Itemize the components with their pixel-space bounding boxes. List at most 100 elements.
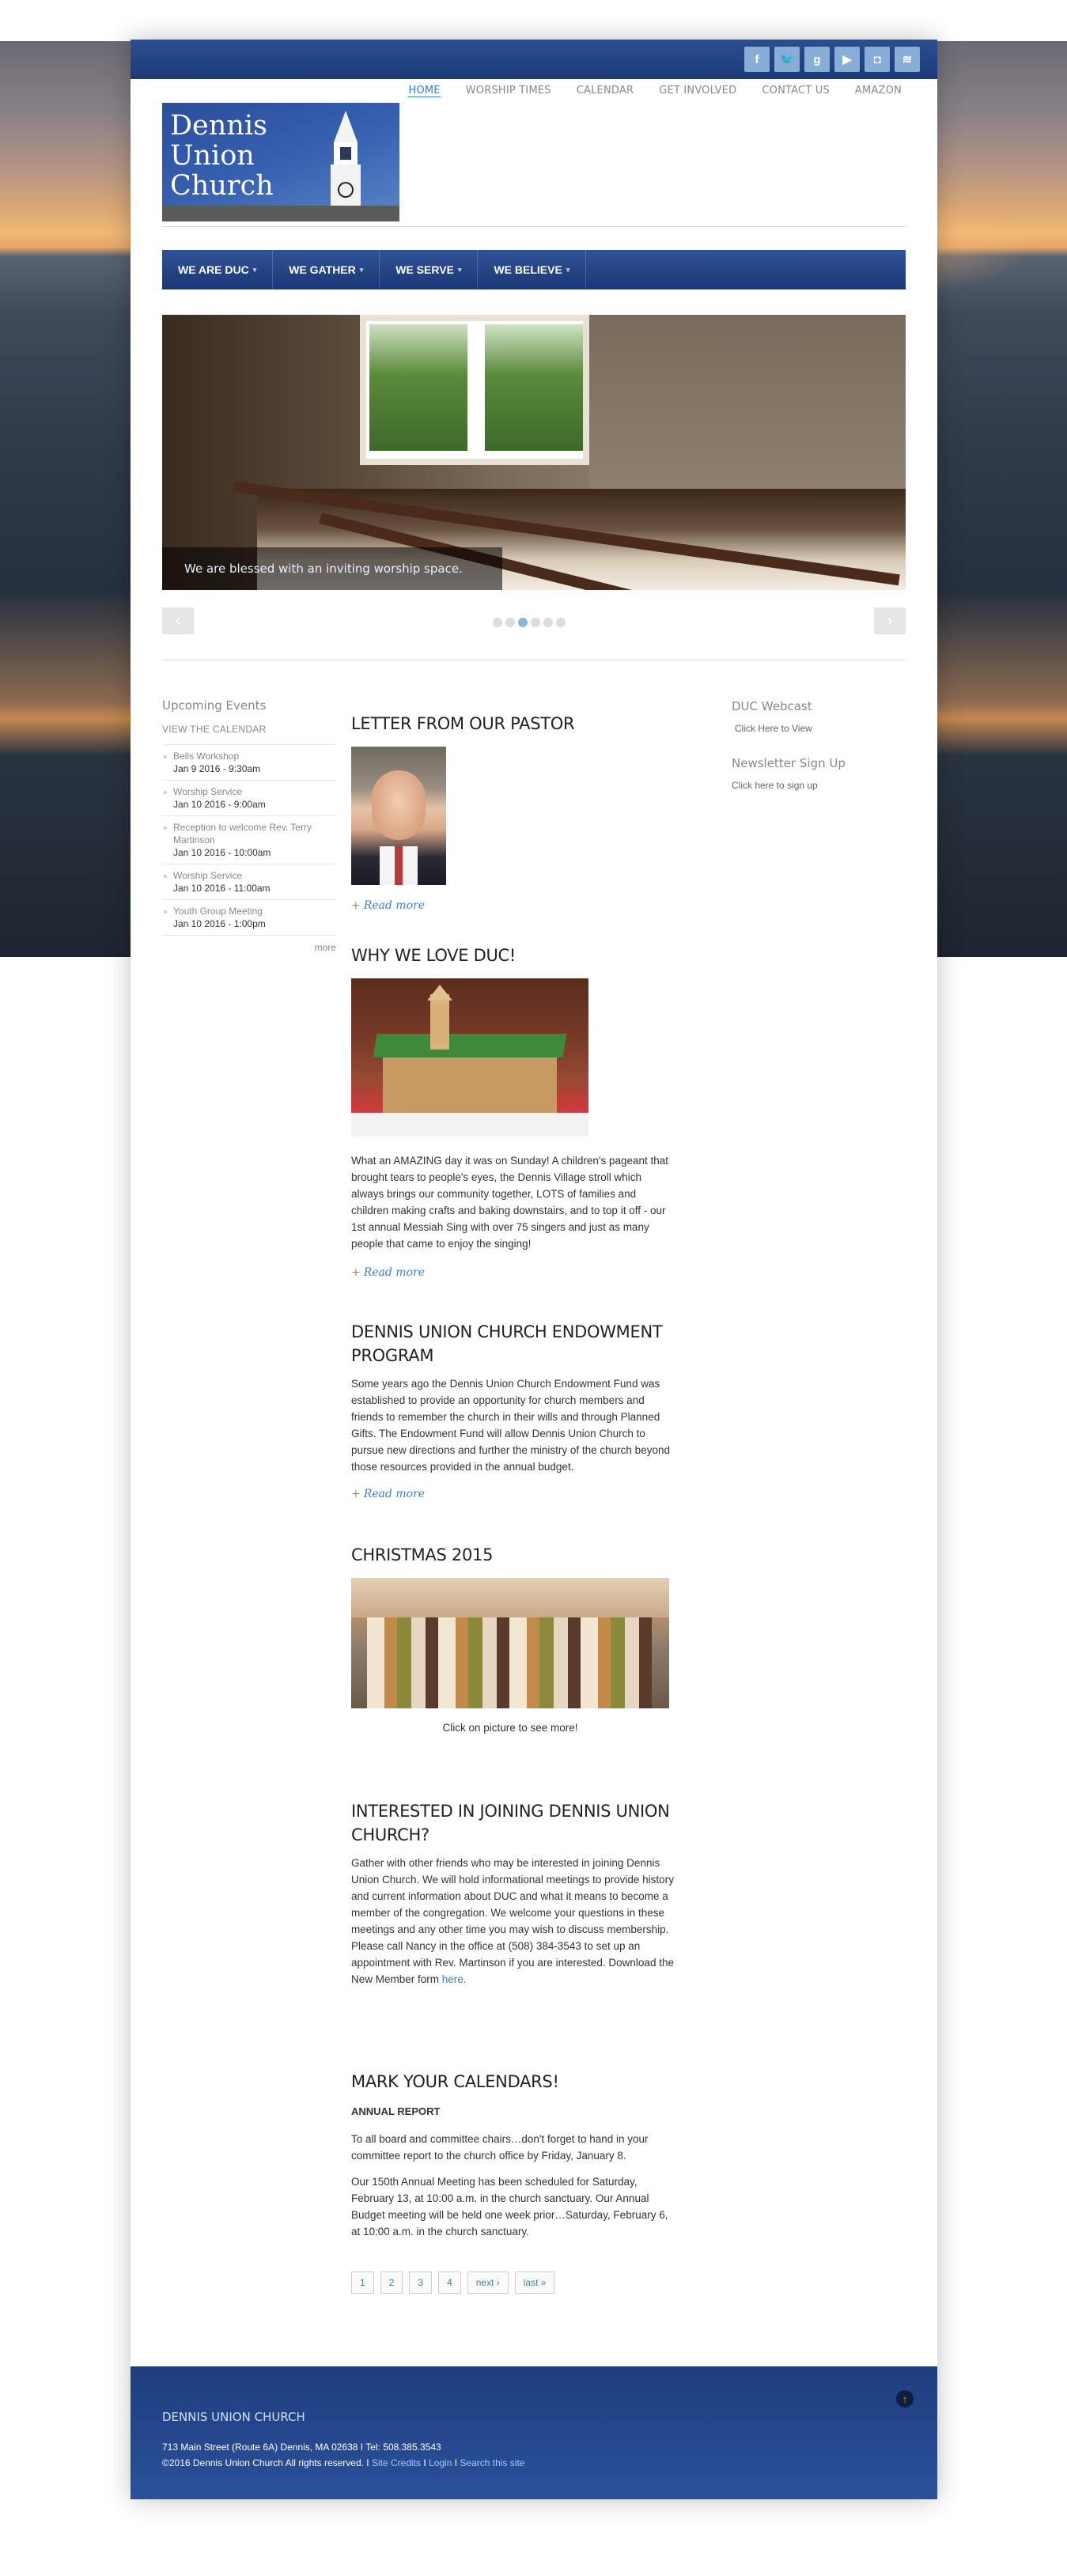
chevron-down-icon: ▾: [457, 265, 462, 274]
slider-window-image: [360, 315, 589, 465]
rss-icon[interactable]: ≋: [895, 47, 920, 72]
nav-we-serve[interactable]: WE SERVE ▾: [380, 250, 479, 289]
slider-pagination: [493, 618, 566, 627]
event-item[interactable]: Worship Service Jan 10 2016 - 9:00am: [162, 780, 336, 815]
post-body: Gather with other friends who may be int…: [351, 1857, 674, 1985]
twitter-icon[interactable]: 🐦: [774, 47, 800, 72]
nav-we-believe[interactable]: WE BELIEVE ▾: [478, 250, 587, 289]
slider-prev-button[interactable]: ‹: [162, 607, 194, 634]
post-pastor: LETTER FROM OUR PASTOR + Read more: [351, 712, 675, 912]
instagram-icon[interactable]: ◘: [865, 47, 890, 72]
chevron-down-icon: ▾: [359, 265, 364, 274]
event-item[interactable]: Worship Service Jan 10 2016 - 11:00am: [162, 864, 336, 899]
last-page-button[interactable]: last »: [514, 2271, 555, 2294]
chevron-down-icon: ▾: [566, 265, 570, 274]
slider-dot[interactable]: [531, 618, 540, 627]
top-bar: f 🐦 g ▶ ◘ ≋: [131, 40, 937, 79]
post-title[interactable]: MARK YOUR CALENDARS!: [351, 2070, 675, 2094]
page-4-button[interactable]: 4: [438, 2271, 461, 2294]
more-events-link[interactable]: more: [162, 942, 336, 953]
post-subtitle: ANNUAL REPORT: [351, 2105, 441, 2117]
page-3-button[interactable]: 3: [409, 2271, 433, 2294]
page-container: f 🐦 g ▶ ◘ ≋ HOME WORSHIP TIMES CALENDAR …: [131, 40, 937, 2499]
post-body: To all board and committee chairs…don't …: [351, 2133, 649, 2162]
footer-title: DENNIS UNION CHURCH: [162, 2410, 305, 2424]
footer-info: 713 Main Street (Route 6A) Dennis, MA 02…: [162, 2439, 524, 2471]
pagination: 1 2 3 4 next › last »: [351, 2271, 675, 2294]
photo-caption[interactable]: Click on picture to see more!: [351, 1719, 669, 1736]
right-sidebar: DUC Webcast Click Here to View Newslette…: [732, 699, 906, 791]
topnav-contact-us[interactable]: CONTACT US: [762, 85, 830, 97]
top-navigation: HOME WORSHIP TIMES CALENDAR GET INVOLVED…: [408, 85, 902, 97]
search-site-link[interactable]: Search this site: [460, 2457, 524, 2468]
chevron-down-icon: ▾: [252, 265, 257, 274]
slider-dot[interactable]: [505, 618, 515, 627]
post-body: What an AMAZING day it was on Sunday! A …: [351, 1155, 669, 1250]
nav-we-gather[interactable]: WE GATHER ▾: [273, 250, 380, 289]
footer-copyright: ©2016 Dennis Union Church All rights res…: [162, 2457, 525, 2468]
page-1-button[interactable]: 1: [351, 2271, 374, 2294]
image-slider[interactable]: We are blessed with an inviting worship …: [162, 315, 906, 590]
topnav-calendar[interactable]: CALENDAR: [577, 85, 634, 97]
next-page-button[interactable]: next ›: [467, 2271, 509, 2294]
footer-address: 713 Main Street (Route 6A) Dennis, MA 02…: [162, 2442, 441, 2453]
topnav-get-involved[interactable]: GET INVOLVED: [659, 85, 736, 97]
post-title[interactable]: INTERESTED IN JOINING DENNIS UNION CHURC…: [351, 1799, 675, 1847]
post-body: Our 150th Annual Meeting has been schedu…: [351, 2176, 668, 2237]
youtube-icon[interactable]: ▶: [834, 47, 860, 72]
post-title[interactable]: WHY WE LOVE DUC!: [351, 944, 675, 967]
event-item[interactable]: Youth Group Meeting Jan 10 2016 - 1:00pm: [162, 899, 336, 936]
slider-caption: We are blessed with an inviting worship …: [162, 547, 502, 590]
post-calendars: MARK YOUR CALENDARS! ANNUAL REPORT To al…: [351, 2070, 675, 2240]
steeple-icon: [331, 111, 361, 221]
pastor-photo[interactable]: [351, 747, 446, 885]
topnav-worship-times[interactable]: WORSHIP TIMES: [466, 85, 551, 97]
site-logo[interactable]: Dennis Union Church: [162, 103, 399, 221]
facebook-icon[interactable]: f: [744, 47, 770, 72]
back-to-top-icon[interactable]: ↑: [896, 2390, 914, 2408]
events-list: Bells Workshop Jan 9 2016 - 9:30am Worshi…: [162, 744, 336, 936]
post-title[interactable]: LETTER FROM OUR PASTOR: [351, 712, 675, 736]
site-credits-link[interactable]: Site Credits: [372, 2457, 421, 2468]
post-body: Some years ago the Dennis Union Church E…: [351, 1378, 670, 1473]
google-plus-icon[interactable]: g: [804, 47, 830, 72]
webcast-title: DUC Webcast: [732, 699, 812, 713]
newsletter-title: Newsletter Sign Up: [732, 756, 846, 770]
upcoming-events-block: Upcoming Events VIEW THE CALENDAR Bells …: [162, 698, 336, 953]
post-title[interactable]: CHRISTMAS 2015: [351, 1543, 675, 1567]
read-more-link[interactable]: + Read more: [351, 899, 675, 912]
header-divider: [162, 226, 906, 227]
event-item[interactable]: Reception to welcome Rev. Terry Martinso…: [162, 815, 336, 864]
post-endowment: DENNIS UNION CHURCH ENDOWMENT PROGRAM So…: [351, 1320, 675, 1500]
topnav-home[interactable]: HOME: [408, 85, 441, 97]
post-love: WHY WE LOVE DUC! What an AMAZING day it …: [351, 944, 675, 1279]
social-links: f 🐦 g ▶ ◘ ≋: [744, 47, 920, 72]
topnav-amazon[interactable]: AMAZON: [855, 85, 902, 97]
read-more-link[interactable]: + Read more: [351, 1488, 675, 1500]
post-joining: INTERESTED IN JOINING DENNIS UNION CHURC…: [351, 1799, 675, 1988]
newsletter-link[interactable]: Click here to sign up: [732, 780, 906, 791]
roof-shape: [162, 206, 399, 221]
page-2-button[interactable]: 2: [380, 2271, 403, 2294]
logo-text: Dennis Union Church: [170, 110, 274, 202]
christmas-pageant-photo[interactable]: [351, 1578, 669, 1708]
slider-dot[interactable]: [556, 618, 566, 627]
slider-dot[interactable]: [543, 618, 553, 627]
upcoming-events-title: Upcoming Events: [162, 698, 267, 713]
new-member-form-link[interactable]: here.: [442, 1973, 467, 1985]
post-title[interactable]: DENNIS UNION CHURCH ENDOWMENT PROGRAM: [351, 1320, 675, 1367]
view-calendar-link[interactable]: VIEW THE CALENDAR: [162, 724, 336, 735]
nav-we-are-duc[interactable]: WE ARE DUC ▾: [162, 250, 274, 289]
main-content: LETTER FROM OUR PASTOR + Read more WHY WE…: [351, 712, 675, 2294]
slider-dot-active[interactable]: [518, 618, 528, 627]
main-navigation: WE ARE DUC ▾ WE GATHER ▾ WE SERVE ▾ WE BELI…: [162, 250, 906, 289]
post-christmas: CHRISTMAS 2015 Click on picture to see m…: [351, 1543, 675, 1736]
event-item[interactable]: Bells Workshop Jan 9 2016 - 9:30am: [162, 744, 336, 780]
slider-next-button[interactable]: ›: [874, 607, 906, 634]
site-footer: DENNIS UNION CHURCH 713 Main Street (Rou…: [131, 2366, 937, 2499]
slider-dot[interactable]: [493, 618, 502, 627]
read-more-link[interactable]: + Read more: [351, 1266, 675, 1279]
gingerbread-photo[interactable]: [351, 978, 588, 1137]
webcast-link[interactable]: Click Here to View: [732, 723, 906, 734]
login-link[interactable]: Login: [429, 2457, 452, 2468]
